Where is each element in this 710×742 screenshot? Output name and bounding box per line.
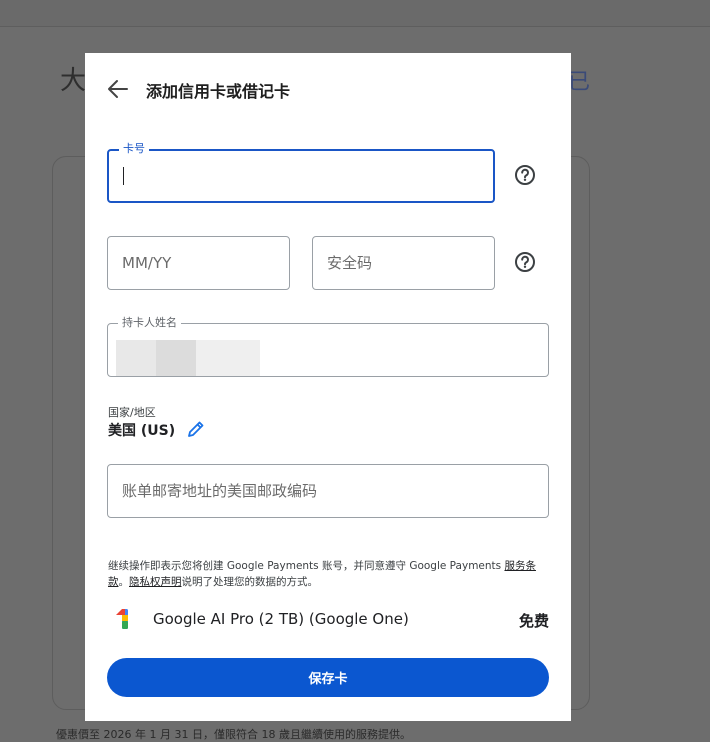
help-circle-icon[interactable] <box>514 251 536 273</box>
card-number-label: 卡号 <box>119 142 149 156</box>
country-value: 美国 (US) <box>108 423 176 439</box>
terms-suffix: 说明了处理您的数据的方式。 <box>181 576 319 588</box>
product-price: 免费 <box>518 612 549 630</box>
terms-prefix: 继续操作即表示您将创建 Google Payments 账号，并同意遵守 Goo… <box>108 560 505 572</box>
product-name: Google AI Pro (2 TB) (Google One) <box>153 610 409 628</box>
background-link: 已 <box>568 70 591 95</box>
back-arrow-icon[interactable] <box>107 79 129 99</box>
cardholder-name-label: 持卡人姓名 <box>118 316 181 330</box>
cardholder-name-field[interactable]: 持卡人姓名 <box>107 316 549 377</box>
background-heading: 大 <box>60 66 87 96</box>
cvc-input[interactable] <box>313 237 494 289</box>
google-one-icon <box>116 609 128 629</box>
expiry-field[interactable] <box>107 236 290 290</box>
dialog-title: 添加信用卡或借记卡 <box>146 82 291 101</box>
redacted-name-block <box>156 340 196 376</box>
card-number-input[interactable] <box>109 151 493 201</box>
redacted-name-block <box>116 340 156 376</box>
terms-text: 继续操作即表示您将创建 Google Payments 账号，并同意遵守 Goo… <box>108 558 550 590</box>
text-caret <box>123 167 124 185</box>
redacted-name-block <box>196 340 260 376</box>
add-card-dialog: 添加信用卡或借记卡 卡号 持卡人姓名 国家/地区 美国 (US) 继 <box>85 53 571 721</box>
zip-field[interactable] <box>107 464 549 518</box>
country-label: 国家/地区 <box>108 406 156 419</box>
privacy-policy-link[interactable]: 隐私权声明 <box>129 576 182 588</box>
expiry-input[interactable] <box>108 237 289 289</box>
card-number-field[interactable]: 卡号 <box>107 142 495 203</box>
zip-input[interactable] <box>108 465 548 517</box>
help-circle-icon[interactable] <box>514 164 536 186</box>
save-card-button[interactable]: 保存卡 <box>107 658 549 697</box>
edit-pencil-icon[interactable] <box>186 419 206 439</box>
background-topbar <box>0 0 710 27</box>
cvc-field[interactable] <box>312 236 495 290</box>
terms-middle: 。 <box>118 576 130 588</box>
background-footer-text: 優惠價至 2026 年 1 月 31 日，僅限符合 18 歲且繼續使用的服務提供… <box>56 728 411 741</box>
